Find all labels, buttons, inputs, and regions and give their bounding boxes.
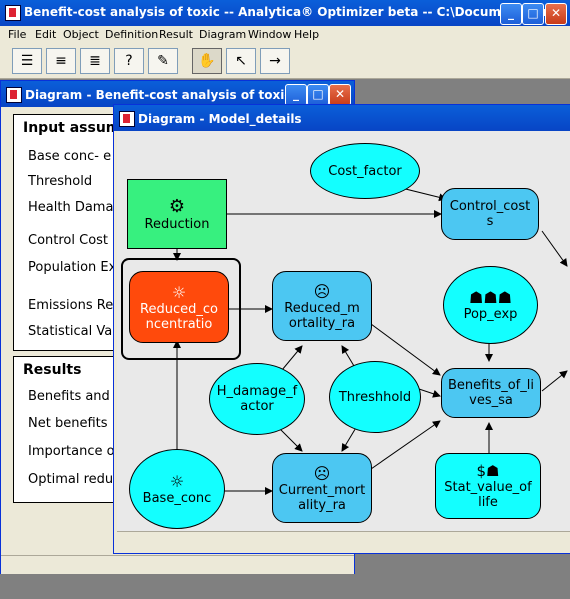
analytica-app-icon[interactable] [5,5,21,21]
people-icon: ☗☗☗ [468,288,513,307]
app-title: Benefit-cost analysis of toxic -- Analyt… [24,5,566,19]
win1-scrollbar[interactable] [1,555,354,574]
input-item[interactable]: Population Ex [28,260,116,275]
weather-icon: ☼ [171,282,187,302]
app-title-bar: Benefit-cost analysis of toxic -- Analyt… [0,0,570,26]
node-reduced-concentration-label: Reduced_co ncentratio [140,301,218,332]
node-reduction[interactable]: ⚙ Reduction [127,179,227,249]
menu-file[interactable]: File [8,28,26,41]
node-stat-value-of-life[interactable]: $☗ Stat_value_of life [435,453,541,519]
diagram-icon[interactable]: ☰ [12,48,42,74]
win2-icon[interactable] [119,111,135,127]
arrow-thresh-currentmort [341,425,358,452]
node-benefits-of-lives[interactable]: Benefits_of_li ves_sa [441,368,541,418]
menu-result[interactable]: Result [159,28,193,41]
node-reduced-mortality[interactable]: ☹ Reduced_m ortality_ra [272,271,372,341]
arrow-benefits-out [541,370,568,392]
win1-maximize-button[interactable]: □ [307,84,329,106]
arrow-icon[interactable]: ↖ [226,48,256,74]
menu-object[interactable]: Object [63,28,99,41]
node-h-damage-factor-label: H_damage_f actor [216,384,298,414]
result-item[interactable]: Benefits and c [28,389,121,404]
node-h-damage-factor[interactable]: H_damage_f actor [209,363,305,435]
node-base-conc-label: Base_conc [142,491,212,506]
input-item[interactable]: Control Cost F [28,233,120,248]
outline-icon[interactable]: ≡ [46,48,76,74]
node-stat-value-of-life-label: Stat_value_of life [444,480,532,510]
node-reduced-concentration[interactable]: ☼ Reduced_co ncentratio [129,271,229,343]
result-item[interactable]: Importance of [28,444,119,459]
minimize-button[interactable]: _ [500,3,522,25]
menu-edit[interactable]: Edit [35,28,56,41]
diagram-window-model-details: Diagram - Model_details Cost_factor ⚙ Re… [113,104,570,554]
node-current-mortality-label: Current_mort ality_ra [278,482,366,513]
node-pop-exp-label: Pop_exp [463,307,518,322]
menu-window[interactable]: Window [248,28,291,41]
menu-help[interactable]: Help [294,28,319,41]
menu-bar: File Edit Object Definition Result Diagr… [0,26,570,44]
node-benefits-of-lives-label: Benefits_of_li ves_sa [448,378,534,408]
inputs-title: Input assum [23,120,121,136]
menu-definition[interactable]: Definition [105,28,158,41]
node-pop-exp[interactable]: ☗☗☗ Pop_exp [443,266,538,344]
node-current-mortality[interactable]: ☹ Current_mort ality_ra [272,453,372,523]
diagram-canvas[interactable]: Cost_factor ⚙ Reduction Control_cost s ☼… [117,131,570,531]
win1-minimize-button[interactable]: _ [285,84,307,106]
connector-icon[interactable]: → [260,48,290,74]
close-button[interactable]: ✕ [545,3,567,25]
weather-icon: ☼ [169,472,185,491]
money-person-icon: $☗ [476,462,500,480]
node-threshhold[interactable]: Threshhold [329,361,421,433]
results-title: Results [23,362,82,378]
node-base-conc[interactable]: ☼ Base_conc [129,449,225,529]
menu-diagram[interactable]: Diagram [199,28,246,41]
node-reduction-label: Reduction [144,217,210,232]
arrow-control-out [541,230,568,267]
expression-icon[interactable]: ✎ [148,48,178,74]
input-item[interactable]: Emissions Re [28,298,113,313]
input-item[interactable]: Statistical Valu [28,324,124,339]
win1-title: Diagram - Benefit-cost analysis of toxic… [25,88,318,102]
input-item[interactable]: Health Damag [28,200,122,215]
node-cost-factor[interactable]: Cost_factor [310,143,420,199]
result-item[interactable]: Net benefits [28,416,108,431]
hand-icon[interactable]: ✋ [192,48,222,74]
node-cost-factor-label: Cost_factor [328,163,402,179]
factory-icon: ⚙ [168,196,186,217]
result-item[interactable]: Optimal reduc [28,472,120,487]
toolbar: ☰ ≡ ≣ ? ✎ ✋ ↖ → [0,44,570,79]
node-reduced-mortality-label: Reduced_m ortality_ra [284,300,360,331]
node-control-costs-label: Control_cost s [449,199,531,229]
skull-icon: ☹ [313,463,331,483]
input-item[interactable]: Base conc- e [28,149,111,164]
maximize-button[interactable]: □ [522,3,544,25]
list-icon[interactable]: ≣ [80,48,110,74]
help-icon[interactable]: ? [114,48,144,74]
node-threshhold-label: Threshhold [338,389,412,405]
win2-scrollbar[interactable] [117,531,570,550]
win1-icon[interactable] [6,87,22,103]
win2-title-bar: Diagram - Model_details [114,105,570,131]
skull-icon: ☹ [313,281,331,301]
input-item[interactable]: Threshold [28,174,92,189]
node-control-costs[interactable]: Control_cost s [441,188,539,240]
win1-close-button[interactable]: ✕ [329,84,351,106]
win2-title: Diagram - Model_details [138,112,302,126]
